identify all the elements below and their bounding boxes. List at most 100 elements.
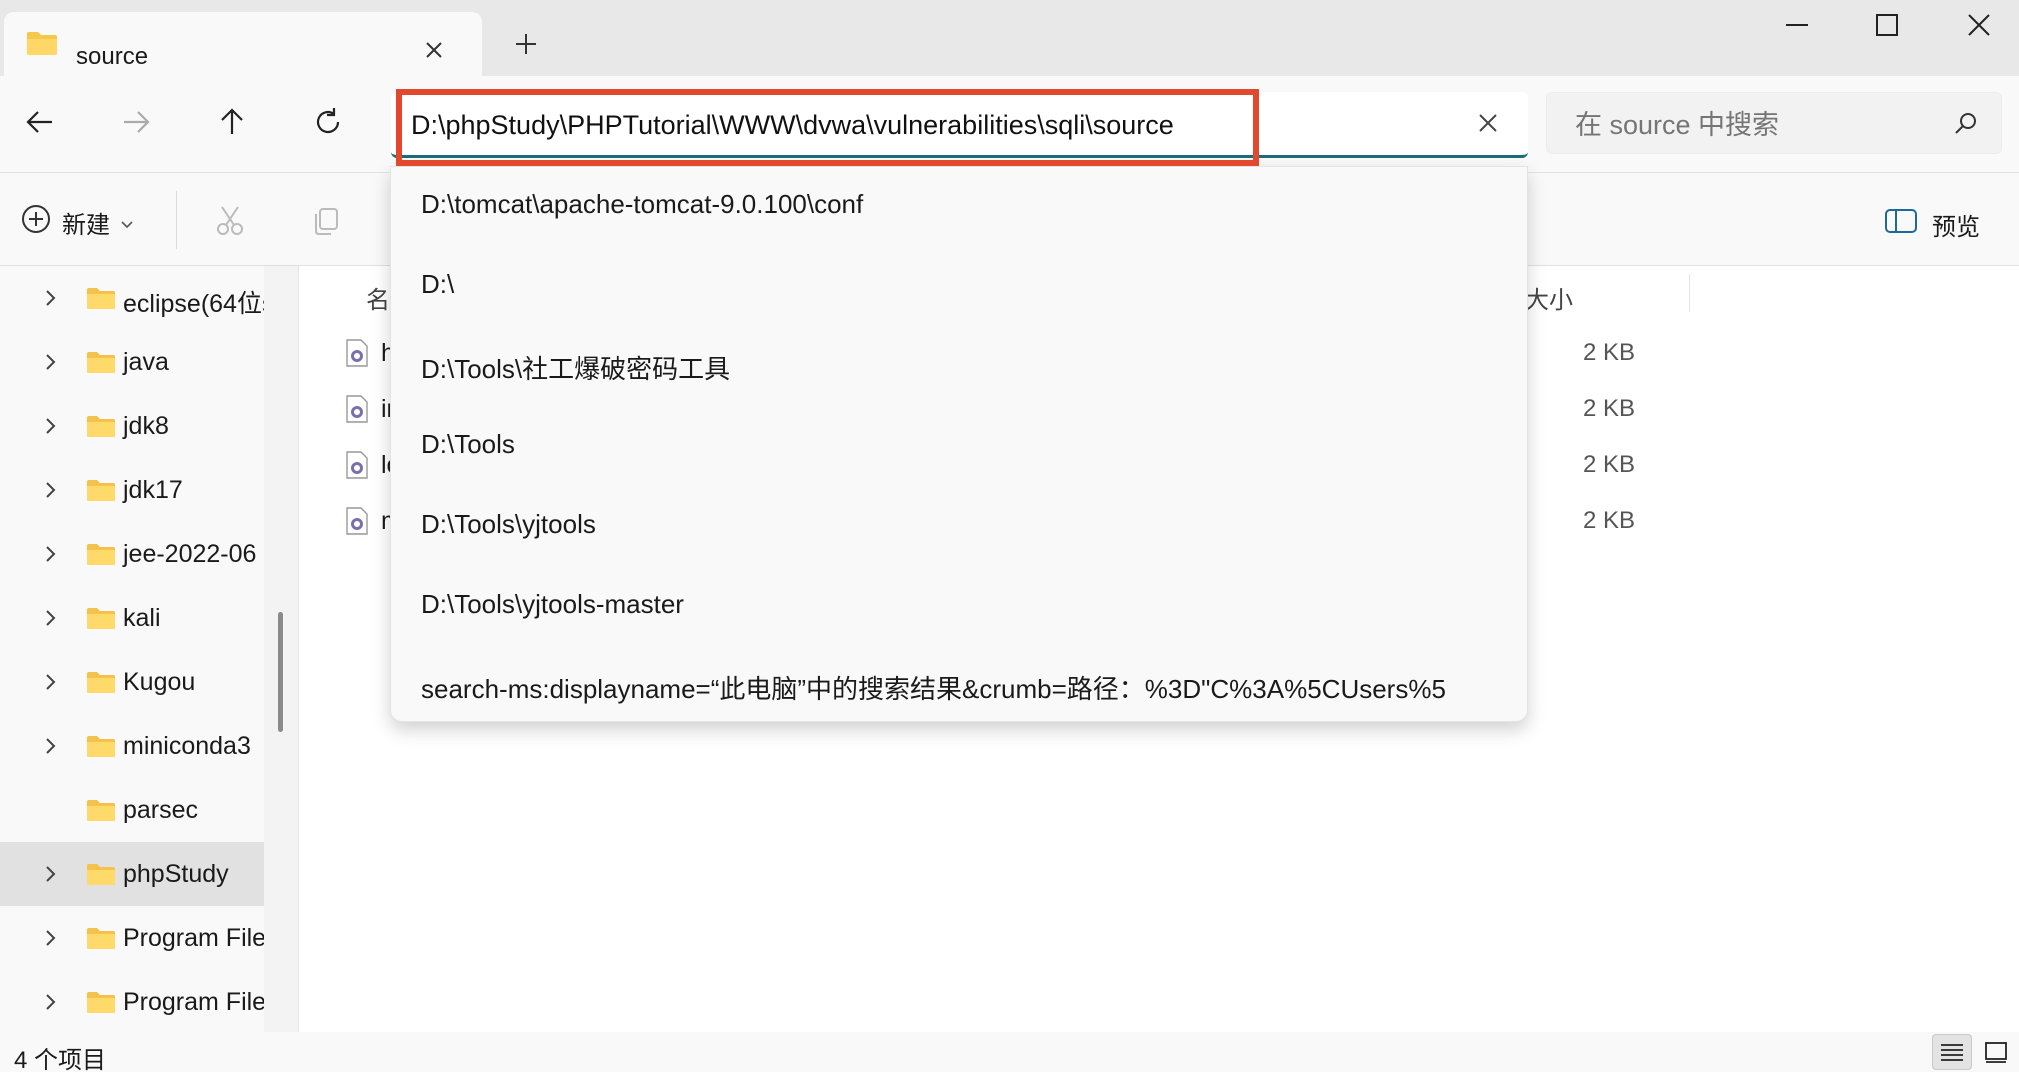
- folder-icon: [26, 30, 58, 61]
- chevron-down-icon: [120, 209, 134, 237]
- cut-icon[interactable]: [214, 205, 246, 242]
- php-file-icon: [345, 338, 369, 373]
- php-file-icon: [345, 506, 369, 541]
- clear-address-icon[interactable]: [1477, 112, 1499, 139]
- sidebar-item[interactable]: jdk8: [0, 394, 264, 458]
- suggestion-text: D:\Tools: [421, 429, 515, 459]
- folder-icon: [86, 798, 116, 827]
- sidebar-item[interactable]: jee-2022-06: [0, 522, 264, 586]
- suggestion-text: search-ms:displayname=“此电脑”中的搜索结果&crumb=…: [421, 674, 1446, 704]
- folder-icon: [86, 862, 116, 891]
- folder-icon: [86, 926, 116, 955]
- suggestion-text: D:\Tools\yjtools: [421, 509, 596, 539]
- sidebar-item[interactable]: Kugou: [0, 650, 264, 714]
- suggestion-item[interactable]: search-ms:displayname=“此电脑”中的搜索结果&crumb=…: [391, 647, 1527, 721]
- search-input[interactable]: [1575, 109, 1935, 141]
- suggestion-item[interactable]: D:\Tools\yjtools: [391, 487, 1527, 567]
- chevron-right-icon[interactable]: [44, 864, 58, 889]
- folder-icon: [86, 670, 116, 699]
- tab-title: source: [76, 43, 149, 70]
- close-tab-icon[interactable]: [424, 40, 444, 65]
- chevron-right-icon[interactable]: [44, 544, 58, 569]
- close-window-icon[interactable]: [1966, 12, 1992, 43]
- plus-circle-icon: [20, 203, 52, 242]
- sidebar-item-label: kali: [123, 604, 161, 632]
- chevron-right-icon[interactable]: [44, 928, 58, 953]
- sidebar-item-label: miniconda3: [123, 732, 251, 760]
- sidebar-item[interactable]: phpStudy: [0, 842, 264, 906]
- back-arrow-icon[interactable]: [24, 106, 56, 143]
- new-button[interactable]: 新建: [20, 203, 134, 242]
- sidebar-item[interactable]: Program Files (x86): [0, 970, 264, 1032]
- sidebar-item-label: Kugou: [123, 668, 196, 696]
- chevron-right-icon[interactable]: [44, 480, 58, 505]
- sidebar-item-label: Program Files (x86): [123, 988, 264, 1016]
- new-button-label: 新建: [62, 212, 110, 239]
- sidebar-scrollbar[interactable]: [278, 612, 283, 732]
- suggestion-text: D:\tomcat\apache-tomcat-9.0.100\conf: [421, 189, 864, 219]
- large-icons-view-icon[interactable]: [1976, 1034, 2016, 1070]
- suggestion-item[interactable]: D:\Tools\社工爆破密码工具: [391, 327, 1527, 407]
- details-view-icon[interactable]: [1932, 1034, 1972, 1070]
- tab-source[interactable]: source: [4, 12, 482, 76]
- sidebar-item[interactable]: java: [0, 330, 264, 394]
- chevron-right-icon[interactable]: [44, 992, 58, 1017]
- navigation-bar: [0, 76, 2019, 172]
- minimize-icon[interactable]: [1784, 12, 1810, 43]
- sidebar-item[interactable]: Program Files: [0, 906, 264, 970]
- column-divider[interactable]: [1689, 274, 1690, 312]
- sidebar-item-label: jee-2022-06: [123, 540, 257, 568]
- forward-arrow-icon[interactable]: [120, 106, 152, 143]
- sidebar-item[interactable]: miniconda3: [0, 714, 264, 778]
- sidebar-item-label: Program Files: [123, 924, 264, 952]
- preview-pane-icon: [1884, 208, 1918, 241]
- address-suggestions: D:\tomcat\apache-tomcat-9.0.100\conf D:\ D…: [390, 166, 1528, 722]
- suggestion-text: D:\Tools\yjtools-master: [421, 589, 684, 619]
- sidebar-item-label: jdk17: [123, 476, 183, 504]
- folder-icon: [86, 350, 116, 379]
- folder-icon: [86, 542, 116, 571]
- search-box[interactable]: [1546, 92, 2002, 154]
- folder-icon: [86, 606, 116, 635]
- command-separator: [176, 191, 177, 249]
- preview-button[interactable]: 预览: [1884, 207, 1980, 242]
- sidebar-item-label: java: [123, 348, 169, 376]
- chevron-right-icon[interactable]: [44, 608, 58, 633]
- sidebar-item-label: phpStudy: [123, 860, 229, 888]
- suggestion-item[interactable]: D:\tomcat\apache-tomcat-9.0.100\conf: [391, 167, 1527, 247]
- sidebar-item[interactable]: jdk17: [0, 458, 264, 522]
- suggestion-item[interactable]: D:\Tools: [391, 407, 1527, 487]
- copy-icon[interactable]: [310, 205, 342, 242]
- up-arrow-icon[interactable]: [216, 106, 248, 143]
- navigation-pane: eclipse(64位sts) java jdk8 jdk17 jee-2022-06 k…: [0, 266, 264, 1032]
- suggestion-item[interactable]: D:\Tools\yjtools-master: [391, 567, 1527, 647]
- refresh-icon[interactable]: [312, 106, 344, 143]
- address-input[interactable]: [411, 108, 1411, 142]
- address-bar[interactable]: [391, 92, 1528, 158]
- suggestion-text: D:\: [421, 269, 455, 299]
- column-header-size[interactable]: 大小: [1525, 280, 1573, 315]
- sidebar-item[interactable]: parsec: [0, 778, 264, 842]
- sidebar-item[interactable]: eclipse(64位sts): [0, 266, 264, 330]
- chevron-right-icon[interactable]: [44, 288, 58, 313]
- suggestion-text: D:\Tools\社工爆破密码工具: [421, 354, 731, 384]
- chevron-right-icon[interactable]: [44, 416, 58, 441]
- sidebar-item-label: jdk8: [123, 412, 169, 440]
- suggestion-item[interactable]: D:\: [391, 247, 1527, 327]
- sidebar-item[interactable]: kali: [0, 586, 264, 650]
- chevron-right-icon[interactable]: [44, 736, 58, 761]
- sidebar-item-label: eclipse(64位sts): [123, 290, 264, 318]
- folder-icon: [86, 286, 116, 315]
- php-file-icon: [345, 394, 369, 429]
- chevron-right-icon[interactable]: [44, 352, 58, 377]
- sidebar-item-label: parsec: [123, 796, 199, 824]
- search-icon[interactable]: [1953, 111, 1979, 142]
- php-file-icon: [345, 450, 369, 485]
- maximize-icon[interactable]: [1874, 12, 1900, 43]
- item-count: 4 个项目: [14, 1047, 107, 1072]
- chevron-right-icon[interactable]: [44, 672, 58, 697]
- new-tab-icon[interactable]: [512, 30, 540, 63]
- title-bar: source: [0, 0, 2019, 76]
- folder-icon: [86, 414, 116, 443]
- folder-icon: [86, 734, 116, 763]
